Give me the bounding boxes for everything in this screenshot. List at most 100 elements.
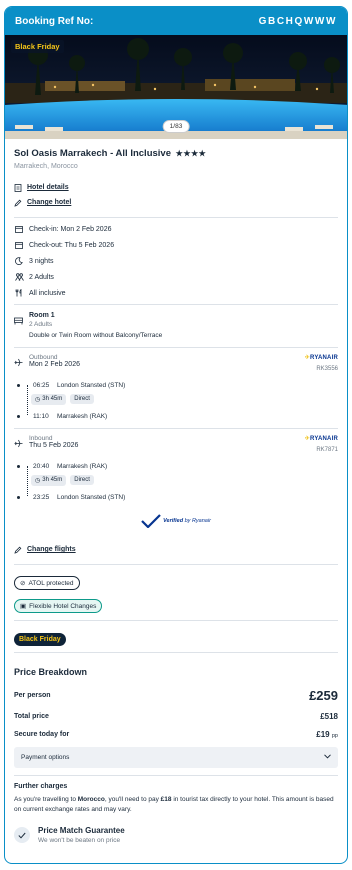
departure-airport: London Stansted (STN) (57, 381, 126, 389)
hotel-details-label[interactable]: Hotel details (27, 184, 69, 191)
total-label: Total price (14, 713, 49, 720)
checkmark-icon (14, 827, 30, 843)
booking-ref-value: GBCHQWWW (258, 15, 337, 27)
change-hotel-link[interactable]: Change hotel (14, 195, 338, 210)
booking-ref-label: Booking Ref No: (15, 15, 94, 27)
departure-time: 20:40 (33, 462, 50, 470)
total-row: Total price £518 (14, 712, 338, 721)
hotel-name: Sol Oasis Marrakech - All Inclusive ★★★★ (14, 148, 338, 159)
atol-tag: ⊘ ATOL protected (14, 576, 80, 590)
direct-pill: Direct (70, 394, 94, 404)
ryanair-logo: ✈RYANAIR (304, 355, 338, 361)
payment-options-dropdown[interactable]: Payment options (14, 747, 338, 768)
per-person-label: Per person (14, 692, 51, 699)
per-person-price: £259 (309, 688, 338, 703)
outbound-departure: 06:25 London Stansted (STN) (14, 378, 338, 392)
duration-pill: ◷ 3h 45m (31, 393, 67, 405)
atol-text: ATOL protected (28, 579, 74, 587)
duration-text: 3h 45m (42, 477, 63, 483)
price-breakdown: Price Breakdown Per person £259 Total pr… (5, 667, 347, 768)
document-icon (14, 183, 24, 192)
calendar-edit-icon: ▣ (20, 603, 27, 610)
verified-check-icon (141, 514, 161, 528)
change-flights-link[interactable]: Change flights (14, 542, 338, 557)
room-description: Double or Twin Room without Balcony/Terr… (29, 332, 163, 339)
people-icon (14, 273, 24, 281)
verified-suffix: by Ryanair (184, 518, 211, 524)
outbound-flight: Outbound Mon 2 Feb 2026 ✈RYANAIR RK3556 … (5, 354, 347, 423)
hotel-photo[interactable]: Black Friday 1/83 (5, 35, 347, 139)
outbound-flight-code: RK3556 (316, 366, 338, 372)
pencil-icon (14, 199, 24, 207)
booking-header: Booking Ref No: GBCHQWWW (5, 7, 347, 35)
outbound-arrival: 11:10 Marrakesh (RAK) (14, 409, 338, 423)
departure-dot (17, 464, 20, 468)
outbound-airline: ✈RYANAIR RK3556 (305, 354, 338, 372)
plane-landing-icon (14, 435, 24, 453)
nights-row: 3 nights (14, 253, 338, 269)
black-friday-badge: Black Friday (14, 633, 66, 646)
room-section: Room 1 2 Adults Double or Twin Room with… (5, 312, 347, 339)
clock-icon: ◷ (35, 396, 41, 403)
arrival-airport: London Stansted (STN) (57, 493, 126, 501)
photo-counter: 1/83 (162, 120, 190, 133)
inbound-duration: ◷ 3h 45m Direct (31, 473, 338, 487)
per-person-row: Per person £259 (14, 688, 338, 703)
clock-icon: ◷ (35, 477, 41, 484)
further-charges-text: As you're travelling to Morocco, you'll … (14, 796, 334, 813)
black-friday-photo-badge: Black Friday (11, 40, 64, 53)
arrival-time: 11:10 (33, 412, 49, 420)
shield-check-icon: ⊘ (20, 580, 26, 587)
inbound-date: Thu 5 Feb 2026 (29, 442, 79, 449)
arrival-time: 23:25 (33, 493, 50, 501)
bed-icon (14, 312, 24, 339)
price-match-title: Price Match Guarantee (38, 826, 125, 835)
guests-text: 2 Adults (29, 273, 54, 281)
outbound-date: Mon 2 Feb 2026 (29, 361, 80, 368)
further-charges: Further charges As you're travelling to … (5, 783, 347, 814)
outbound-duration: ◷ 3h 45m Direct (31, 392, 338, 406)
star-rating: ★★★★ (175, 149, 207, 158)
hotel-details-link[interactable]: Hotel details (14, 180, 338, 195)
flexible-text: Flexible Hotel Changes (29, 602, 97, 610)
price-match-guarantee: Price Match Guarantee We won't be beaten… (5, 826, 347, 844)
arrival-airport: Marrakesh (RAK) (57, 412, 108, 420)
deposit-price: £19 pp (316, 730, 338, 739)
checkin-row: Check-in: Mon 2 Feb 2026 (14, 221, 338, 237)
stay-details: Check-in: Mon 2 Feb 2026 Check-out: Thu … (5, 221, 347, 301)
calendar-icon (14, 225, 24, 233)
checkout-row: Check-out: Thu 5 Feb 2026 (14, 237, 338, 253)
arrival-dot (17, 414, 20, 418)
pencil-icon (14, 546, 24, 554)
price-breakdown-title: Price Breakdown (14, 667, 88, 677)
chevron-down-icon (324, 754, 331, 761)
inbound-flight: Inbound Thu 5 Feb 2026 ✈RYANAIR RK7871 2… (5, 435, 347, 504)
departure-dot (17, 383, 20, 387)
flexible-changes-tag: ▣ Flexible Hotel Changes (14, 599, 103, 613)
inbound-flight-code: RK7871 (316, 447, 338, 453)
room-title: Room 1 (29, 312, 55, 319)
guests-row: 2 Adults (14, 269, 338, 285)
inbound-label: Inbound (29, 435, 53, 442)
inbound-airline: ✈RYANAIR RK7871 (305, 435, 338, 453)
plane-takeoff-icon (14, 354, 24, 372)
room-guests: 2 Adults (29, 321, 53, 328)
verified-text: Verified (163, 518, 184, 524)
duration-pill: ◷ 3h 45m (31, 474, 67, 486)
change-flights-label[interactable]: Change flights (27, 546, 76, 553)
change-hotel-label[interactable]: Change hotel (27, 199, 71, 206)
cutlery-icon (14, 289, 24, 297)
booking-card: Booking Ref No: GBCHQWWW Black Friday 1/… (4, 6, 348, 864)
board-text: All inclusive (29, 289, 66, 297)
departure-time: 06:25 (33, 381, 50, 389)
checkin-text: Check-in: Mon 2 Feb 2026 (29, 225, 112, 233)
board-row: All inclusive (14, 285, 338, 301)
route-line (27, 466, 28, 496)
ryanair-logo: ✈RYANAIR (304, 436, 338, 442)
checkout-text: Check-out: Thu 5 Feb 2026 (29, 241, 115, 249)
outbound-label: Outbound (29, 354, 58, 361)
protection-tags: ⊘ ATOL protected ▣ Flexible Hotel Change… (5, 572, 347, 613)
moon-icon (14, 257, 24, 265)
calendar-icon (14, 241, 24, 249)
hotel-name-text: Sol Oasis Marrakech - All Inclusive (14, 148, 171, 159)
